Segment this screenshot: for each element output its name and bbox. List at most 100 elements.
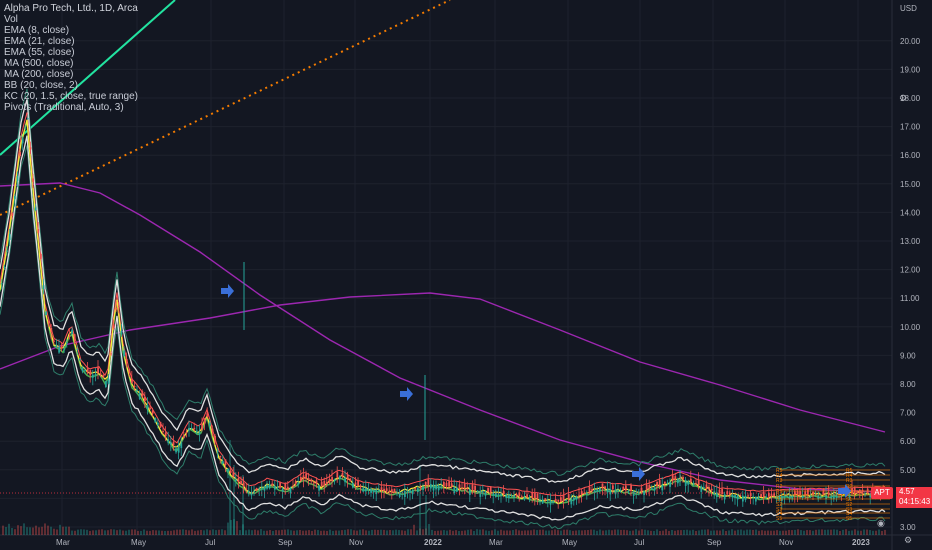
candle-body [206, 413, 209, 418]
volume-bar [194, 530, 196, 535]
volume-bar [740, 529, 742, 535]
volume-bar [98, 529, 100, 535]
candle-body [391, 489, 393, 493]
candle-body [385, 488, 388, 492]
volume-bar [125, 530, 127, 535]
snapshot-icon[interactable]: ◉ [877, 518, 885, 529]
volume-bar [449, 529, 451, 535]
candle-body [115, 307, 118, 310]
volume-bar [755, 529, 757, 535]
volume-bar [86, 529, 88, 535]
candle-body [456, 487, 458, 492]
x-tick-label: Jul [634, 538, 644, 547]
volume-bar [830, 529, 832, 535]
y-tick-label: 20.00 [900, 37, 921, 46]
candle-body [690, 478, 692, 482]
candle-body [567, 494, 570, 500]
indicator-vol[interactable]: Vol [4, 14, 138, 25]
candle-body [768, 492, 770, 497]
volume-bar [533, 529, 535, 535]
candle-body [557, 499, 560, 502]
volume-bar [878, 529, 880, 535]
volume-bar [146, 530, 148, 535]
candle-body [268, 484, 271, 489]
candle-body [167, 439, 170, 444]
candle-body [757, 496, 760, 499]
candle-body [149, 407, 151, 410]
candle-body [593, 490, 596, 493]
indicator-ema21[interactable]: EMA (21, close) [4, 36, 138, 47]
auto-scale-icon[interactable]: ⚙ [904, 535, 912, 546]
candle-body [762, 492, 765, 497]
candle-body [601, 483, 604, 489]
candle-body [253, 491, 255, 493]
volume-bar [674, 530, 676, 535]
x-tick-label: 2022 [424, 538, 442, 547]
volume-bar [191, 529, 193, 535]
price-chart[interactable]: 20.0019.0018.0017.0016.0015.0014.0013.00… [0, 0, 932, 550]
candle-body [411, 489, 414, 495]
indicator-ma200[interactable]: MA (200, close) [4, 69, 138, 80]
volume-bar [293, 530, 295, 535]
volume-bar [80, 529, 82, 535]
volume-bar [491, 530, 493, 535]
candle-body [300, 476, 302, 481]
candle-body [279, 482, 281, 488]
candle-body [292, 485, 294, 487]
candle-body [583, 492, 586, 494]
volume-bar [398, 530, 400, 535]
candle-body [437, 485, 440, 491]
volume-bar [542, 529, 544, 535]
volume-bar [452, 530, 454, 535]
indicator-kc[interactable]: KC (20, 1.5, close, true range) [4, 91, 138, 102]
candle-body [482, 491, 484, 493]
volume-bar [806, 530, 808, 535]
volume-bar [173, 530, 175, 535]
candle-body [359, 485, 362, 488]
candle-body [294, 481, 297, 485]
volume-bar [308, 530, 310, 535]
volume-bar [359, 529, 361, 535]
volume-bar [596, 530, 598, 535]
candle-body [255, 487, 258, 490]
candle-body [682, 476, 684, 479]
volume-bar [656, 529, 658, 535]
volume-bar [254, 529, 256, 535]
candle-body [349, 478, 352, 482]
candle-body [773, 493, 775, 497]
candle-body [315, 480, 318, 484]
currency-label[interactable]: USD [900, 4, 917, 13]
volume-bar [197, 530, 199, 535]
candle-body [372, 489, 375, 493]
volume-bar [65, 526, 67, 535]
candle-body [807, 488, 809, 495]
candle-body [427, 479, 430, 485]
candle-body [554, 499, 557, 502]
indicator-pivots[interactable]: Pivots (Traditional, Auto, 3) [4, 102, 138, 113]
candle-body [547, 500, 549, 502]
volume-bar [281, 529, 283, 535]
candle-body [515, 494, 518, 496]
candle-body [755, 496, 757, 502]
indicator-ma500[interactable]: MA (500, close) [4, 58, 138, 69]
settings-icon[interactable]: ⚙ [899, 93, 907, 104]
volume-bar [818, 529, 820, 535]
candle-body [45, 311, 47, 316]
volume-bar [362, 529, 364, 535]
candle-body [235, 479, 237, 481]
symbol-title[interactable]: Alpha Pro Tech, Ltd., 1D, Arca [4, 3, 138, 14]
candle-body [19, 151, 21, 157]
candle-body [523, 496, 526, 500]
indicator-bb[interactable]: BB (20, close, 2) [4, 80, 138, 91]
volume-bar [227, 522, 229, 535]
indicator-ema55[interactable]: EMA (55, close) [4, 47, 138, 58]
candle-body [84, 369, 86, 371]
volume-bar [590, 529, 592, 535]
candle-body [500, 493, 502, 496]
volume-bar [323, 530, 325, 535]
indicator-ema8[interactable]: EMA (8, close) [4, 25, 138, 36]
volume-bar [536, 530, 538, 535]
volume-bar [782, 530, 784, 535]
volume-bar [122, 530, 124, 535]
candle-body [333, 479, 336, 482]
